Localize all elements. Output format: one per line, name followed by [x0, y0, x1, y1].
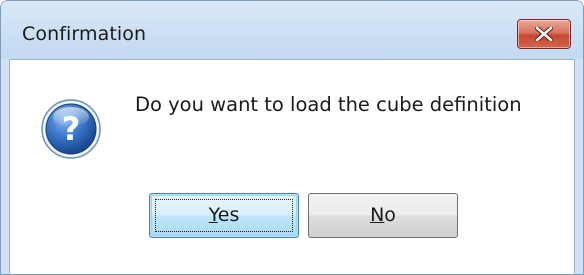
yes-button[interactable]: Yes: [149, 193, 299, 238]
dialog-message: Do you want to load the cube definition: [135, 93, 522, 116]
close-button[interactable]: [517, 19, 571, 49]
question-icon: ?: [41, 99, 101, 159]
title-bar[interactable]: Confirmation: [1, 1, 583, 59]
no-button[interactable]: No: [308, 193, 458, 238]
no-mnemonic: N: [370, 204, 385, 226]
yes-mnemonic: Y: [208, 204, 218, 226]
confirmation-dialog: Confirmation ? Do you want to load the c…: [0, 0, 584, 275]
yes-label-rest: es: [217, 204, 240, 226]
dialog-title: Confirmation: [22, 23, 147, 45]
no-label-rest: o: [384, 204, 396, 226]
yes-button-label: Yes: [209, 204, 240, 226]
dialog-body: ? Do you want to load the cube definitio…: [9, 59, 575, 274]
svg-text:?: ?: [62, 110, 81, 148]
no-button-label: No: [370, 204, 396, 226]
close-icon: [535, 27, 553, 41]
